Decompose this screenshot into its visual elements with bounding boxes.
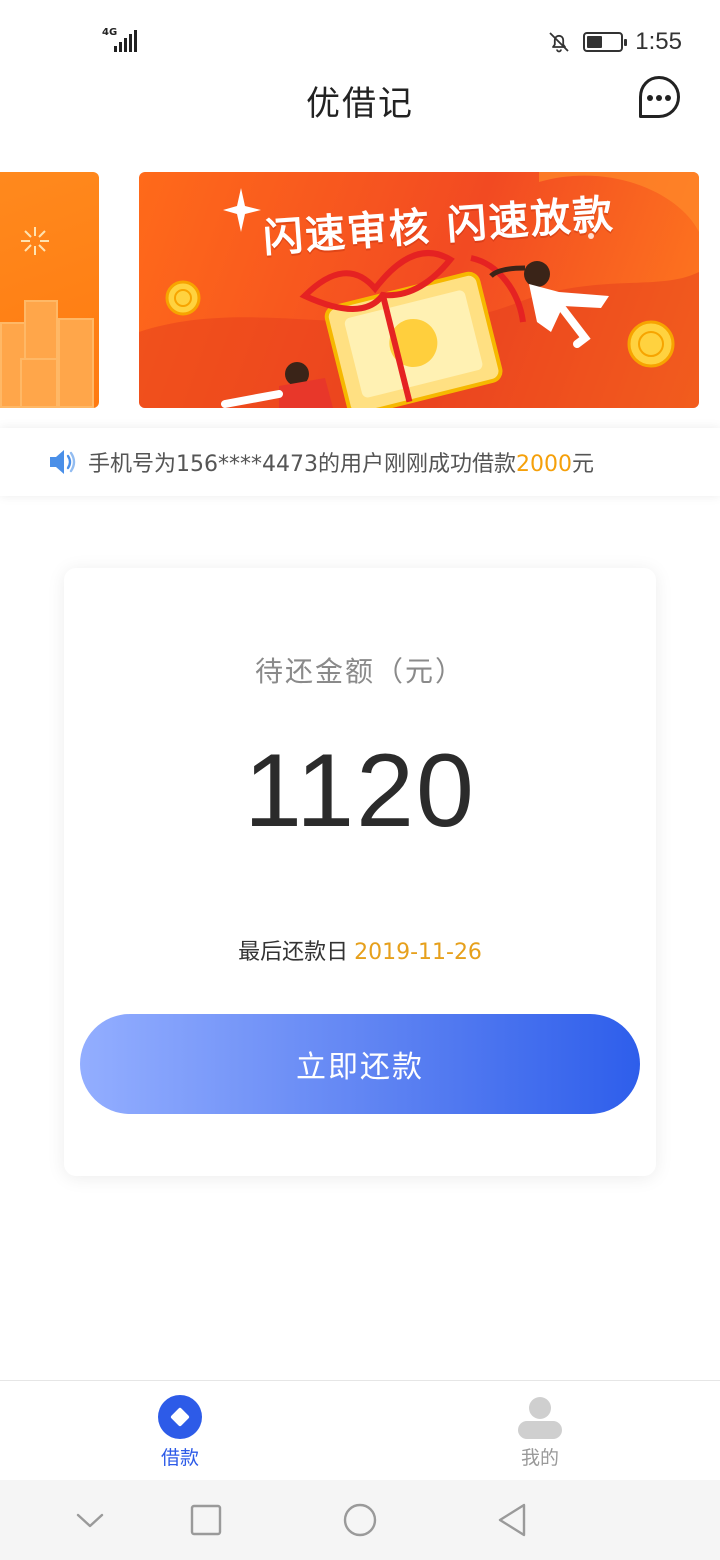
due-date-label: 最后还款日: [238, 940, 349, 965]
due-date-row: 最后还款日 2019-11-26: [64, 934, 656, 966]
banner-slide-previous[interactable]: [0, 172, 99, 408]
tab-mine-label: 我的: [520, 1447, 559, 1469]
tab-loan-label: 借款: [160, 1447, 199, 1469]
sparkle-icon: [21, 227, 49, 255]
signal-strength-icon: 4G: [102, 28, 142, 54]
repay-now-button[interactable]: 立即还款: [80, 1014, 640, 1114]
chat-bubble-more-icon[interactable]: [636, 74, 682, 120]
banner-slide-current[interactable]: 闪速审核 闪速放款: [139, 172, 699, 408]
nav-recents-icon[interactable]: [186, 1500, 226, 1540]
ticker-message: 手机号为156****4473的用户刚刚成功借款2000元: [88, 446, 594, 478]
battery-icon: [583, 32, 628, 52]
tab-loan[interactable]: 借款: [120, 1381, 240, 1481]
loan-diamond-icon: [158, 1395, 202, 1439]
outstanding-amount-value: 1120: [244, 733, 476, 849]
mute-bell-icon: [549, 32, 569, 53]
nav-home-icon[interactable]: [340, 1500, 380, 1540]
system-navigation-bar: [0, 1480, 720, 1560]
ticker-amount: 2000: [515, 452, 572, 477]
nav-down-icon[interactable]: [70, 1500, 110, 1540]
due-date-value: 2019-11-26: [354, 940, 482, 965]
nav-back-icon[interactable]: [492, 1500, 532, 1540]
outstanding-amount-label: 待还金额（元）: [254, 655, 465, 688]
user-profile-icon: [518, 1397, 562, 1439]
tab-mine[interactable]: 我的: [480, 1381, 600, 1481]
ticker-prefix: 手机号为156****4473的用户刚刚成功借款: [88, 452, 516, 477]
announcement-ticker: 手机号为156****4473的用户刚刚成功借款2000元: [0, 428, 720, 496]
ticker-suffix: 元: [571, 452, 594, 477]
bottom-tab-bar: 借款 我的: [0, 1380, 720, 1480]
repayment-card: 待还金额（元） 1120 最后还款日 2019-11-26 立即还款: [64, 568, 656, 1176]
banner-carousel[interactable]: 闪速审核 闪速放款: [0, 172, 720, 408]
app-header: 优借记: [0, 70, 720, 130]
status-bar: 4G 1:55: [0, 0, 720, 70]
speaker-icon: [50, 450, 76, 474]
status-time: 1:55: [635, 28, 682, 55]
page-title: 优借记: [306, 84, 414, 124]
